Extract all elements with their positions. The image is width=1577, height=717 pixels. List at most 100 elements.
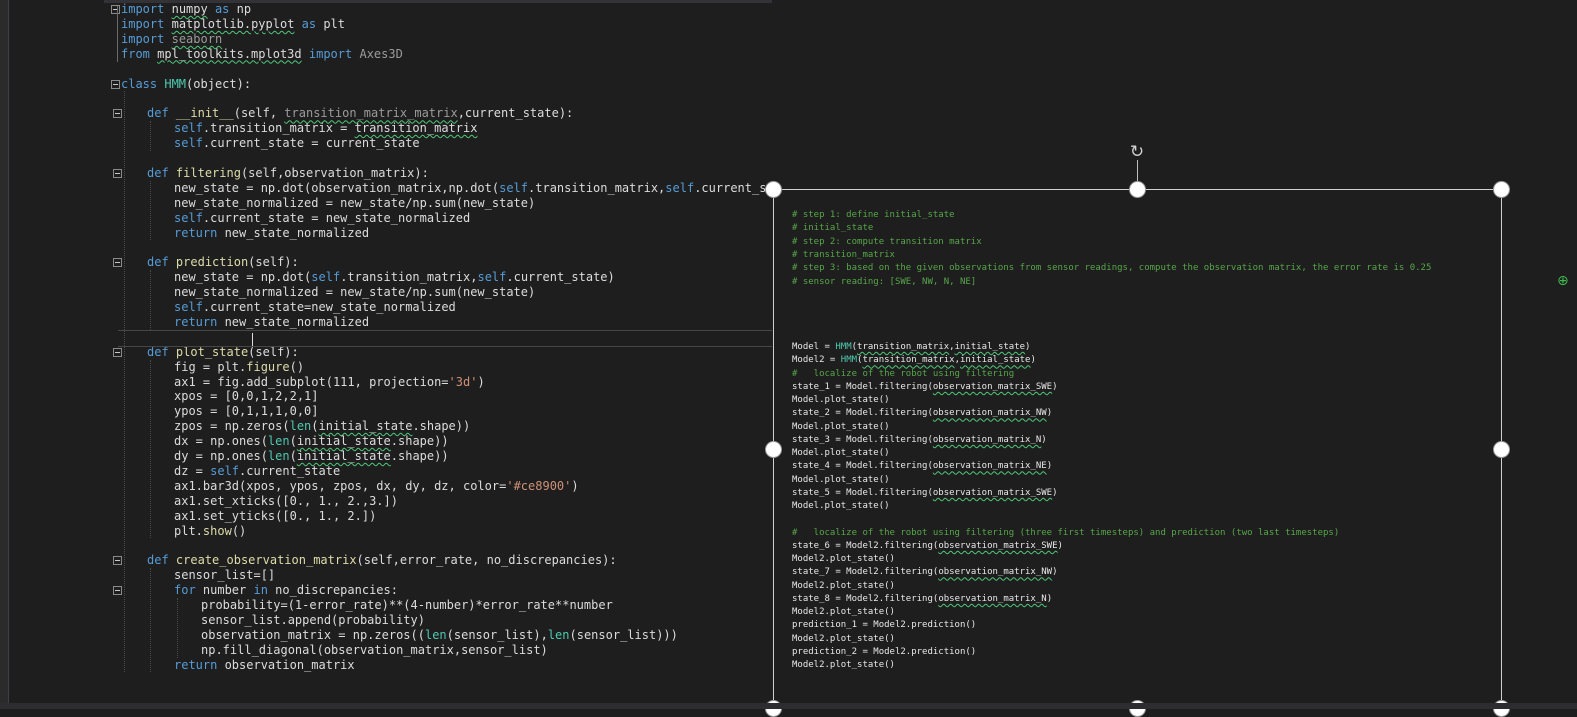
image-code-token: HMM xyxy=(835,342,852,352)
code-line[interactable]: new_state = np.dot(self.transition_matri… xyxy=(121,270,615,285)
code-line[interactable]: class HMM(object): xyxy=(121,77,251,92)
code-line[interactable]: self.transition_matrix = transition_matr… xyxy=(121,121,477,136)
code-line[interactable]: ax1.bar3d(xpos, ypos, zpos, dx, dy, dz, … xyxy=(121,479,579,494)
image-code-token: observation_matrix_NW xyxy=(938,567,1053,578)
code-token: .shape)) xyxy=(390,449,449,463)
code-token: xpos = [0,0,1,2,2,1] xyxy=(174,389,319,404)
fold-collapse-icon[interactable] xyxy=(113,347,122,357)
code-line[interactable]: def __init__(self, transition_matrix_mat… xyxy=(121,106,573,121)
code-line[interactable]: sensor_list=[] xyxy=(121,568,275,583)
image-code-token: Model.plot_state() xyxy=(792,501,890,511)
code-line[interactable]: self.current_state=new_state_normalized xyxy=(121,300,456,315)
code-token: ) xyxy=(571,478,579,493)
code-token: transition_matrix_matrix xyxy=(284,106,458,121)
code-token: .transition_matrix = xyxy=(202,121,355,136)
code-line[interactable]: observation_matrix = np.zeros((len(senso… xyxy=(121,628,678,643)
code-line[interactable]: self.current_state = new_state_normalize… xyxy=(121,211,470,226)
code-line[interactable]: import seaborn xyxy=(121,32,222,47)
code-line[interactable]: def prediction(self): xyxy=(121,255,299,270)
resize-handle-top-right[interactable] xyxy=(1493,181,1510,198)
code-line[interactable]: np.fill_diagonal(observation_matrix,sens… xyxy=(121,643,548,658)
image-code-token: ) xyxy=(1025,342,1031,352)
add-comment-icon[interactable]: ⊕ xyxy=(1557,270,1571,292)
code-token: .current_state xyxy=(239,463,341,478)
editor-margin xyxy=(9,0,104,703)
resize-handle-top-center[interactable] xyxy=(1129,181,1146,198)
resize-handle-middle-right[interactable] xyxy=(1493,441,1510,458)
fold-collapse-icon[interactable] xyxy=(113,586,122,596)
code-token: (self): xyxy=(248,255,299,270)
image-code-line: Model.plot_state() xyxy=(792,474,890,487)
image-comment-line: # sensor reading: [SWE, NW, N, NE] xyxy=(792,276,977,287)
code-line[interactable]: plt.show() xyxy=(121,524,246,539)
code-token: (sensor_list), xyxy=(446,627,548,642)
code-token: new_state_normalized = new_state/np.sum(… xyxy=(174,285,536,300)
code-token: np xyxy=(229,2,252,16)
resize-handle-middle-left[interactable] xyxy=(765,441,782,458)
image-comment-line: # step 3: based on the given observation… xyxy=(792,263,1432,274)
code-line[interactable]: return new_state_normalized xyxy=(121,315,369,330)
code-line[interactable]: return observation_matrix xyxy=(121,658,355,673)
code-line[interactable]: import matplotlib.pyplot as plt xyxy=(121,17,345,32)
fold-collapse-icon[interactable] xyxy=(111,79,120,89)
code-token: def xyxy=(147,106,169,121)
image-code-token: state_2 = Model.filtering( xyxy=(792,408,933,419)
code-line[interactable]: fig = plt.figure() xyxy=(121,360,304,375)
image-code-line: Model2.plot_state() xyxy=(792,633,895,646)
code-token: '#ce8900' xyxy=(506,478,572,493)
code-line[interactable]: from mpl_toolkits.mplot3d import Axes3D xyxy=(121,47,403,62)
code-line[interactable]: return new_state_normalized xyxy=(121,226,369,241)
code-line[interactable]: zpos = np.zeros(len(initial_state.shape)… xyxy=(121,419,470,434)
code-line[interactable]: ax1.set_xticks([0., 1., 2.,3.]) xyxy=(121,494,398,509)
image-code-line: # localize of the robot using filtering … xyxy=(792,527,1339,540)
code-line[interactable]: for number in no_discrepancies: xyxy=(121,583,398,598)
code-token: import xyxy=(308,46,353,61)
code-line[interactable]: ax1 = fig.add_subplot(111, projection='3… xyxy=(121,375,485,390)
code-line[interactable]: import numpy as np xyxy=(121,2,251,17)
code-token: class xyxy=(121,76,158,91)
fold-collapse-icon[interactable] xyxy=(113,258,122,268)
code-line[interactable]: sensor_list.append(probability) xyxy=(121,613,425,628)
image-code-token: Model2.plot_state() xyxy=(792,554,895,564)
code-token: new_state_normalized xyxy=(217,225,370,240)
code-token: (self,error_rate, no_discrepancies): xyxy=(356,553,617,568)
code-line[interactable]: dx = np.ones(len(initial_state.shape)) xyxy=(121,434,449,449)
fold-collapse-icon[interactable] xyxy=(113,556,122,566)
fold-collapse-icon[interactable] xyxy=(111,5,120,14)
code-token: Axes3D xyxy=(359,46,403,61)
status-bar-edge xyxy=(0,703,1577,709)
fold-collapse-icon[interactable] xyxy=(113,168,122,178)
code-line[interactable]: def create_observation_matrix(self,error… xyxy=(121,553,617,568)
image-code-line: prediction_1 = Model2.prediction() xyxy=(792,619,976,632)
image-code-line: state_2 = Model.filtering(observation_ma… xyxy=(792,407,1052,420)
code-line[interactable]: dy = np.ones(len(initial_state.shape)) xyxy=(121,449,449,464)
code-token: sensor_list=[] xyxy=(174,568,276,583)
code-line[interactable]: probability=(1-error_rate)**(4-number)*e… xyxy=(121,598,613,613)
code-editor[interactable]: import numpy as np import matplotlib.pypl… xyxy=(104,0,772,703)
code-line[interactable]: ax1.set_yticks([0., 1., 2.]) xyxy=(121,509,376,524)
code-line[interactable]: dz = self.current_state xyxy=(121,464,340,479)
code-token: ax1.bar3d(xpos, ypos, zpos, dx, dy, dz, … xyxy=(174,478,507,493)
code-line[interactable]: new_state_normalized = new_state/np.sum(… xyxy=(121,196,535,211)
code-token: self xyxy=(174,121,203,136)
code-line[interactable]: self.current_state = current_state xyxy=(121,136,420,151)
code-token: new_state = np.dot(observation_matrix,np… xyxy=(174,180,500,195)
code-token: self xyxy=(174,300,203,314)
resize-handle-top-left[interactable] xyxy=(765,181,782,198)
code-line[interactable]: new_state_normalized = new_state/np.sum(… xyxy=(121,285,535,300)
code-token: HMM xyxy=(164,76,187,91)
rotate-handle-icon[interactable]: ↻ xyxy=(1128,143,1146,161)
image-code-token: HMM xyxy=(840,355,858,366)
code-line[interactable]: new_state = np.dot(observation_matrix,np… xyxy=(121,181,772,196)
code-token: len xyxy=(424,627,447,642)
fold-collapse-icon[interactable] xyxy=(113,109,122,119)
code-token: new_state_normalized xyxy=(217,314,370,329)
code-token: from xyxy=(121,46,150,61)
code-line[interactable]: def filtering(self,observation_matrix): xyxy=(121,166,429,181)
code-token: self xyxy=(174,136,203,151)
code-token: as xyxy=(301,16,317,31)
code-token: for xyxy=(174,583,196,598)
